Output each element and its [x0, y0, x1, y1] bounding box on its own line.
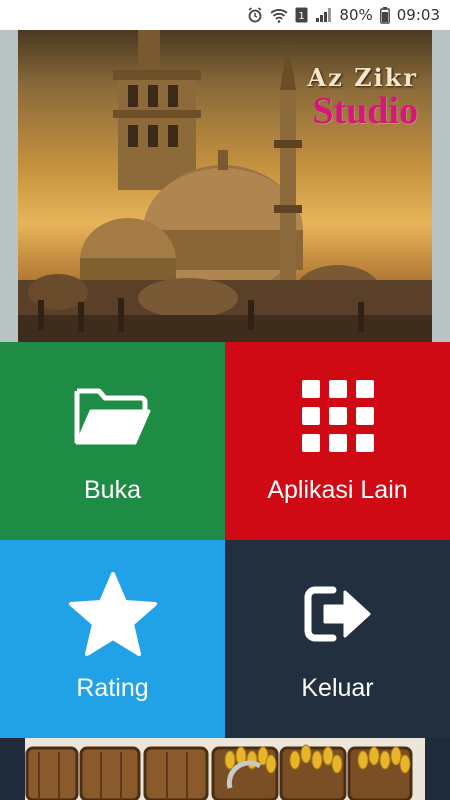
mosque-banner-image: Az Zikr Studio: [18, 30, 432, 342]
sim-1-icon: 1: [295, 7, 308, 23]
rating-label: Rating: [76, 673, 149, 702]
exit-button[interactable]: Keluar: [225, 540, 450, 738]
star-icon: [68, 571, 157, 656]
open-button[interactable]: Buka: [0, 342, 225, 540]
battery-percent: 80%: [339, 6, 373, 24]
clock: 09:03: [396, 6, 440, 24]
grid-icon: [301, 378, 374, 454]
folder-open-icon: [73, 378, 153, 454]
studio-logo: Az Zikr Studio: [307, 63, 418, 132]
wifi-icon: [270, 8, 289, 23]
ad-image[interactable]: [25, 738, 425, 800]
other-apps-label: Aplikasi Lain: [267, 475, 408, 504]
logo-text-top: Az Zikr: [307, 63, 418, 92]
logo-text-bottom: Studio: [312, 90, 418, 132]
battery-icon: [379, 6, 390, 24]
alarm-icon: [247, 7, 263, 23]
other-apps-button[interactable]: Aplikasi Lain: [225, 342, 450, 540]
rating-button[interactable]: Rating: [0, 540, 225, 738]
ad-banner[interactable]: [0, 738, 450, 800]
crate-graphic: [25, 746, 413, 800]
signal-icon: [315, 7, 332, 23]
banner: Az Zikr Studio: [0, 30, 450, 342]
open-label: Buka: [84, 475, 141, 504]
svg-text:1: 1: [299, 11, 305, 22]
exit-label: Keluar: [301, 673, 374, 702]
sign-out-icon: [303, 576, 373, 652]
status-bar: 1 80% 09:03: [0, 0, 450, 30]
